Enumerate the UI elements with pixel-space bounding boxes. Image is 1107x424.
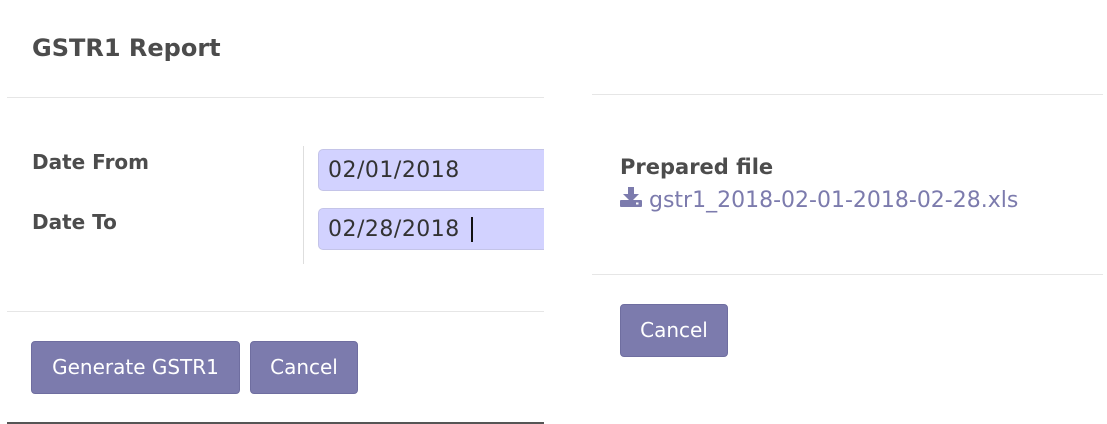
date-to-input[interactable] bbox=[318, 208, 544, 250]
download-icon bbox=[620, 187, 649, 213]
prepared-file-label: Prepared file bbox=[620, 155, 774, 179]
date-to-label: Date To bbox=[32, 210, 117, 234]
header-divider bbox=[7, 97, 544, 98]
footer-divider bbox=[592, 274, 1103, 275]
prepared-file-link[interactable]: gstr1_2018-02-01-2018-02-28.xls bbox=[620, 187, 1018, 213]
date-from-input[interactable] bbox=[318, 149, 544, 191]
generate-gstr1-button[interactable]: Generate GSTR1 bbox=[31, 341, 240, 394]
footer-divider bbox=[7, 311, 544, 312]
file-name: gstr1_2018-02-01-2018-02-28.xls bbox=[649, 187, 1019, 213]
prepared-file-dialog: Prepared file gstr1_2018-02-01-2018-02-2… bbox=[592, 0, 1107, 424]
dialog-title: GSTR1 Report bbox=[32, 34, 221, 62]
header-divider bbox=[592, 94, 1103, 95]
cancel-button[interactable]: Cancel bbox=[620, 304, 728, 357]
field-separator bbox=[303, 146, 304, 264]
gstr1-report-dialog: GSTR1 Report Date From Date To Generate … bbox=[0, 0, 544, 424]
date-from-label: Date From bbox=[32, 150, 150, 174]
cancel-button[interactable]: Cancel bbox=[250, 341, 358, 394]
text-caret bbox=[471, 217, 473, 242]
